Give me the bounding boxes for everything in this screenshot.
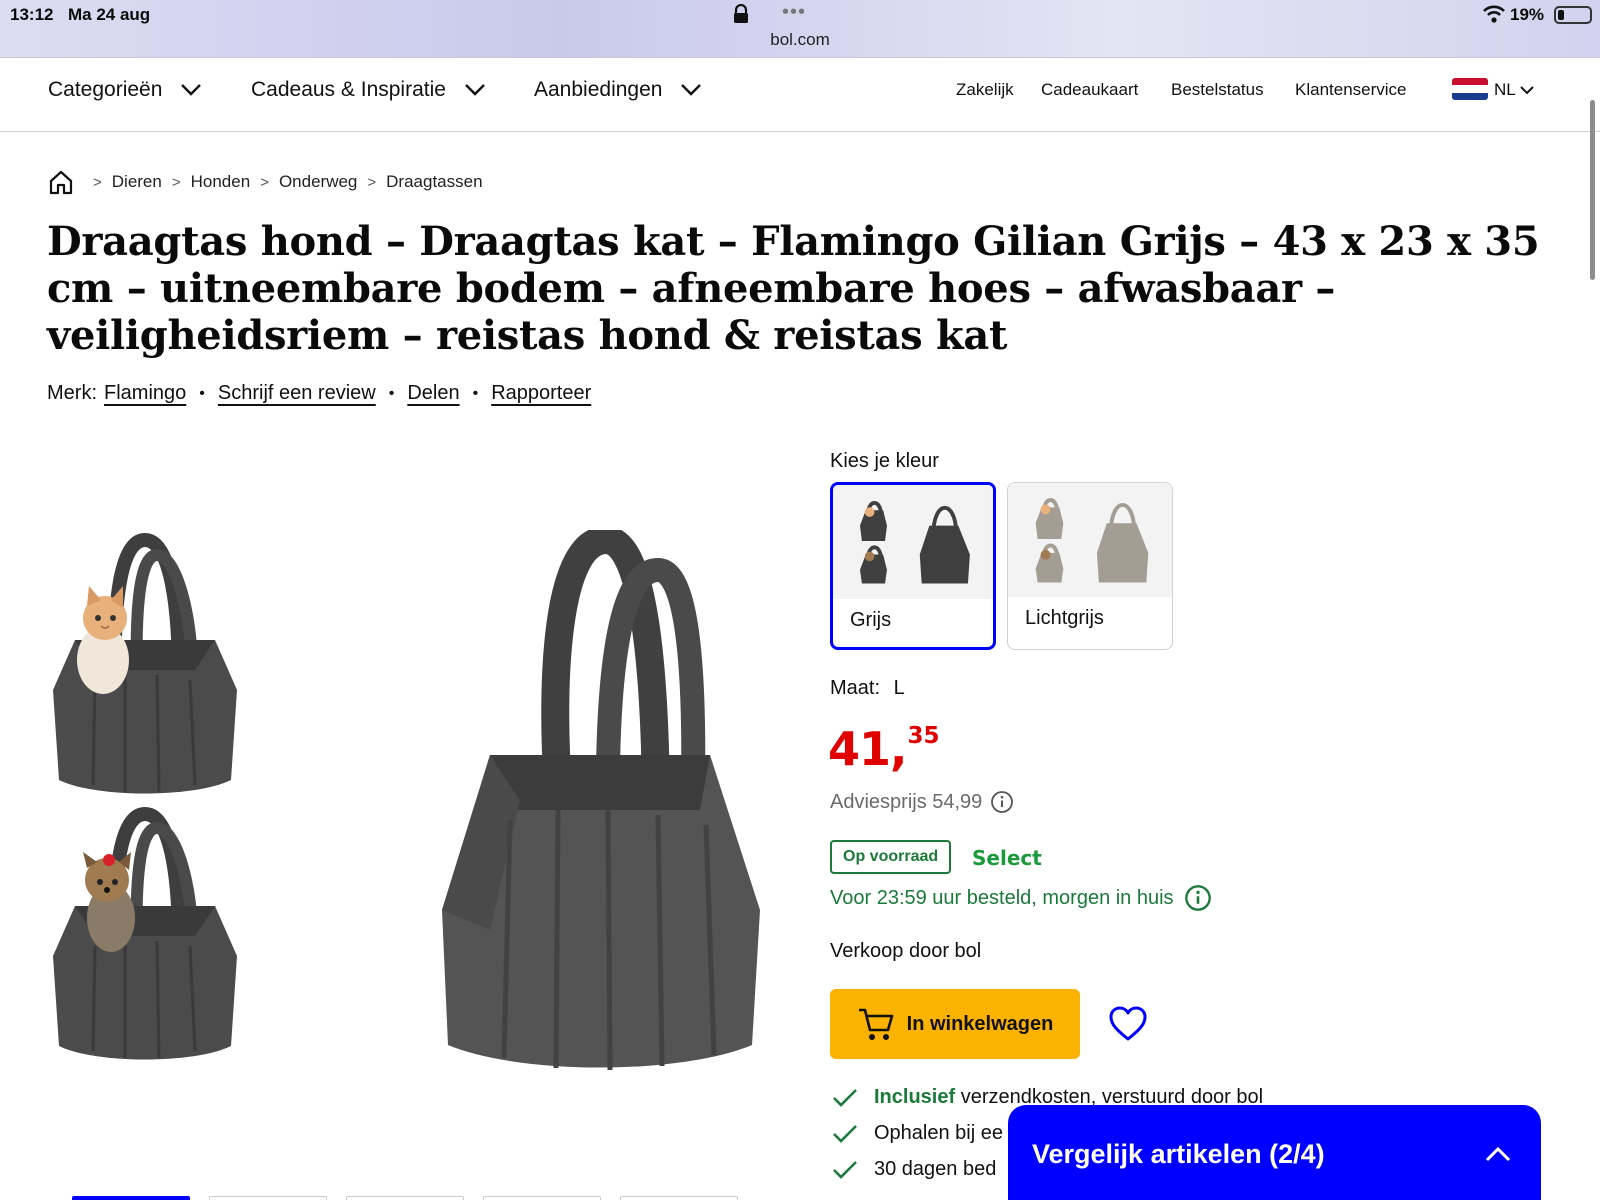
lock-icon <box>734 4 748 23</box>
chevron-up-icon[interactable] <box>1484 1145 1512 1163</box>
breadcrumb-separator: > <box>367 173 377 191</box>
carousel-indicator[interactable] <box>209 1196 327 1200</box>
checkmark-icon <box>833 1088 857 1107</box>
breadcrumb: > Dieren > Honden > Onderweg > Draagtass… <box>47 168 483 196</box>
compare-articles-panel[interactable]: Vergelijk artikelen (2/4) <box>1008 1105 1541 1200</box>
nav-gifts[interactable]: Cadeaus & Inspiratie <box>251 78 486 102</box>
delivery-text: Voor 23:59 uur besteld, morgen in huis <box>830 886 1174 909</box>
address-bar-url[interactable]: bol.com <box>700 30 900 50</box>
page-scrollbar[interactable] <box>1590 100 1595 280</box>
meta-separator: • <box>199 384 205 402</box>
nav-customer-service[interactable]: Klantenservice <box>1295 80 1407 100</box>
nav-giftcard[interactable]: Cadeaukaart <box>1041 80 1138 100</box>
language-label: NL <box>1494 80 1516 99</box>
breadcrumb-item[interactable]: Onderweg <box>279 172 357 192</box>
breadcrumb-item[interactable]: Draagtassen <box>386 172 482 192</box>
nav-gifts-label: Cadeaus & Inspiratie <box>251 78 446 101</box>
nav-order-status[interactable]: Bestelstatus <box>1171 80 1264 100</box>
language-selector[interactable]: NL <box>1494 80 1534 100</box>
seller-info: Verkoop door bol <box>830 940 982 962</box>
wishlist-heart-icon[interactable] <box>1108 1004 1148 1044</box>
carousel-indicator[interactable] <box>346 1196 464 1200</box>
product-thumbnail-dog[interactable] <box>45 806 245 1076</box>
select-badge: Select <box>972 846 1042 870</box>
swatch-image-grijs <box>833 485 993 599</box>
delivery-promise: Voor 23:59 uur besteld, morgen in huis <box>830 884 1212 912</box>
nav-categories-label: Categorieën <box>48 78 163 101</box>
checkmark-icon <box>833 1160 857 1179</box>
battery-icon <box>1554 6 1592 24</box>
size-info: Maat: L <box>830 677 905 700</box>
wifi-icon <box>1483 5 1505 23</box>
carousel-indicator[interactable] <box>483 1196 601 1200</box>
info-icon[interactable] <box>1184 884 1212 912</box>
color-picker-label: Kies je kleur <box>830 450 939 472</box>
product-title: Draagtas hond – Draagtas kat – Flamingo … <box>47 218 1540 359</box>
brand-link[interactable]: Flamingo <box>104 382 186 405</box>
breadcrumb-separator: > <box>171 173 181 191</box>
tab-menu-dots[interactable]: ••• <box>782 1 806 24</box>
brand-label: Merk: <box>47 382 97 404</box>
image-carousel-indicators <box>72 1196 772 1200</box>
nav-deals[interactable]: Aanbiedingen <box>534 78 702 102</box>
meta-separator: • <box>472 384 479 402</box>
product-main-image[interactable] <box>430 530 770 1080</box>
add-to-cart-button[interactable]: In winkelwagen <box>830 989 1080 1059</box>
info-icon[interactable] <box>990 790 1014 814</box>
nav-business[interactable]: Zakelijk <box>956 80 1014 100</box>
size-label: Maat: <box>830 677 881 699</box>
netherlands-flag-icon <box>1452 78 1488 100</box>
breadcrumb-item[interactable]: Honden <box>191 172 251 192</box>
color-option-label: Lichtgrijs <box>1025 607 1104 629</box>
write-review-link[interactable]: Schrijf een review <box>218 382 376 405</box>
battery-percentage: 19% <box>1510 5 1545 24</box>
meta-separator: • <box>388 384 395 402</box>
nav-categories[interactable]: Categorieën <box>48 78 202 102</box>
chevron-down-icon <box>681 84 702 96</box>
chevron-down-icon <box>465 84 485 96</box>
browser-status-bar: 13:12 Ma 24 aug ••• bol.com 19% <box>0 0 1600 58</box>
carousel-indicator[interactable] <box>620 1196 738 1200</box>
breadcrumb-separator: > <box>260 173 269 191</box>
cart-icon <box>858 1008 893 1040</box>
add-to-cart-label: In winkelwagen <box>906 1012 1054 1035</box>
price: 41,35 <box>828 722 940 776</box>
product-thumbnail-cat[interactable] <box>45 530 245 810</box>
color-option-label: Grijs <box>850 609 892 631</box>
swatch-image-lichtgrijs <box>1008 483 1172 597</box>
compare-articles-label: Vergelijk artikelen (2/4) <box>1032 1139 1325 1169</box>
top-navigation: Categorieën Cadeaus & Inspiratie Aanbied… <box>0 58 1600 132</box>
usp-text: 30 dagen bed <box>874 1158 997 1180</box>
status-time: 13:12 <box>10 5 54 24</box>
chevron-down-icon <box>1520 86 1534 95</box>
stock-badge: Op voorraad <box>830 840 952 874</box>
usp-bold: Inclusief <box>874 1086 956 1108</box>
breadcrumb-item[interactable]: Dieren <box>112 172 162 192</box>
chevron-down-icon <box>181 84 202 96</box>
home-icon[interactable] <box>47 168 75 196</box>
product-meta: Merk: Flamingo • Schrijf een review • De… <box>47 382 591 405</box>
breadcrumb-separator: > <box>93 173 102 191</box>
color-option-grijs[interactable]: Grijs <box>830 482 996 650</box>
usp-item: 30 dagen bed <box>832 1158 996 1181</box>
report-link[interactable]: Rapporteer <box>491 382 591 405</box>
price-cents: 35 <box>907 723 940 749</box>
size-value: L <box>893 677 905 699</box>
carousel-indicator-active[interactable] <box>72 1196 190 1200</box>
checkmark-icon <box>833 1124 857 1143</box>
usp-item: Ophalen bij ee <box>832 1122 1003 1145</box>
share-link[interactable]: Delen <box>407 382 459 405</box>
color-option-lichtgrijs[interactable]: Lichtgrijs <box>1007 482 1173 650</box>
status-date: Ma 24 aug <box>68 5 151 24</box>
advice-price: Adviesprijs 54,99 <box>830 790 1014 814</box>
usp-text: Ophalen bij ee <box>874 1122 1003 1144</box>
price-whole: 41, <box>828 722 907 776</box>
nav-deals-label: Aanbiedingen <box>534 78 663 101</box>
advice-price-text: Adviesprijs 54,99 <box>830 790 983 813</box>
